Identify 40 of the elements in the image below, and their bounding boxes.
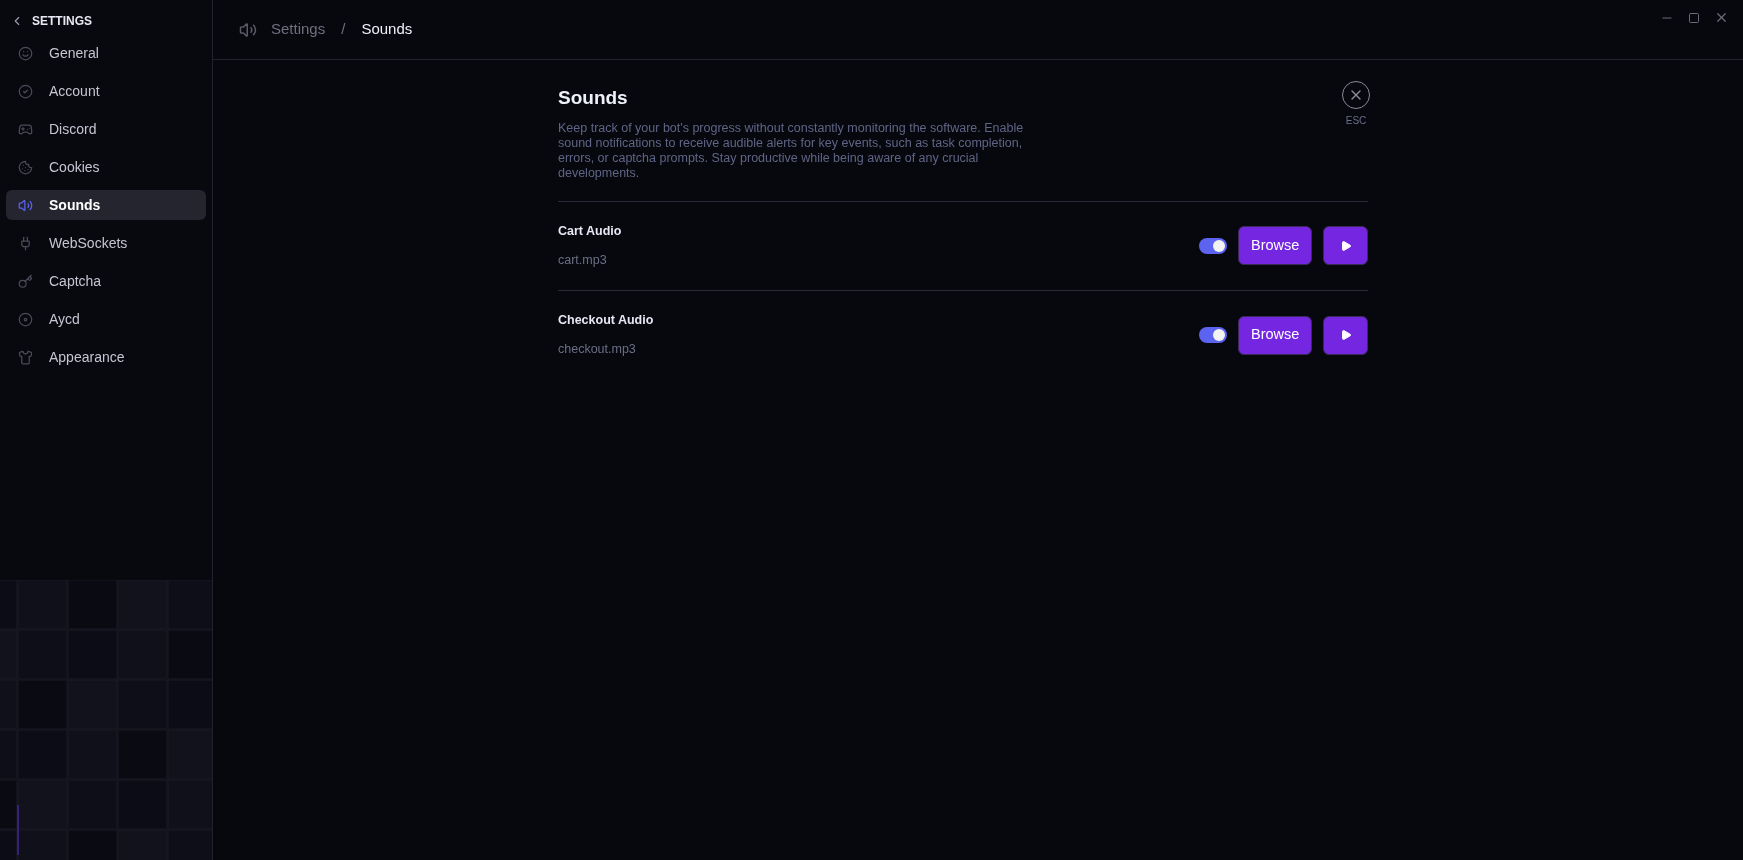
- breadcrumb-link[interactable]: Settings: [271, 18, 326, 41]
- sidebar-item[interactable]: Appearance: [6, 342, 206, 372]
- page-title: Sounds: [558, 86, 629, 110]
- sidebar-item[interactable]: Account: [6, 76, 206, 106]
- speaker-icon: [239, 20, 257, 39]
- maximize-icon[interactable]: [1688, 11, 1700, 24]
- sidebar-item[interactable]: Sounds: [6, 190, 206, 220]
- disc-icon: [18, 311, 33, 327]
- key-icon: [18, 273, 33, 289]
- sidebar-item[interactable]: Cookies: [6, 152, 206, 182]
- sidebar-item[interactable]: Aycd: [6, 304, 206, 334]
- toggle-switch[interactable]: [1199, 237, 1227, 254]
- shirt-icon: [18, 349, 33, 365]
- sidebar-item[interactable]: General: [6, 38, 206, 68]
- sound-name: Checkout Audio: [558, 312, 654, 330]
- toggle-switch[interactable]: [1199, 327, 1227, 343]
- check-circle-icon: [18, 83, 33, 99]
- breadcrumb-separator: /: [341, 19, 346, 40]
- speaker-icon: [18, 197, 33, 213]
- sound-name: Cart Audio: [558, 222, 622, 240]
- cookie-icon: [18, 159, 33, 175]
- page-description: Keep track of your bot's progress without constantly monitoring the software. Enable sound notifications to receive audible alerts for key events, such as task completion, errors, or captcha prompts. Stay productive while being aware of any crucial developments.: [558, 120, 1025, 181]
- face-icon: [18, 45, 33, 61]
- breadcrumb-current: Sounds: [361, 19, 413, 40]
- browse-button[interactable]: Browse: [1238, 315, 1312, 355]
- plug-icon: [18, 235, 33, 251]
- play-button[interactable]: [1323, 226, 1368, 265]
- play-icon: [1339, 329, 1352, 341]
- sidebar-item[interactable]: WebSockets: [6, 228, 206, 258]
- sidebar-title: SETTINGS: [32, 13, 92, 30]
- file-name: checkout.mp3: [558, 341, 637, 358]
- play-button[interactable]: [1323, 315, 1368, 355]
- browse-button[interactable]: Browse: [1238, 226, 1312, 265]
- sidebar-item[interactable]: Discord: [6, 114, 206, 144]
- play-icon: [1339, 239, 1352, 252]
- file-name: cart.mp3: [558, 251, 608, 269]
- gamepad-icon: [18, 121, 33, 137]
- sidebar-item[interactable]: Captcha: [6, 266, 206, 296]
- close-icon[interactable]: [1714, 10, 1729, 25]
- esc-label: ESC: [1345, 114, 1367, 128]
